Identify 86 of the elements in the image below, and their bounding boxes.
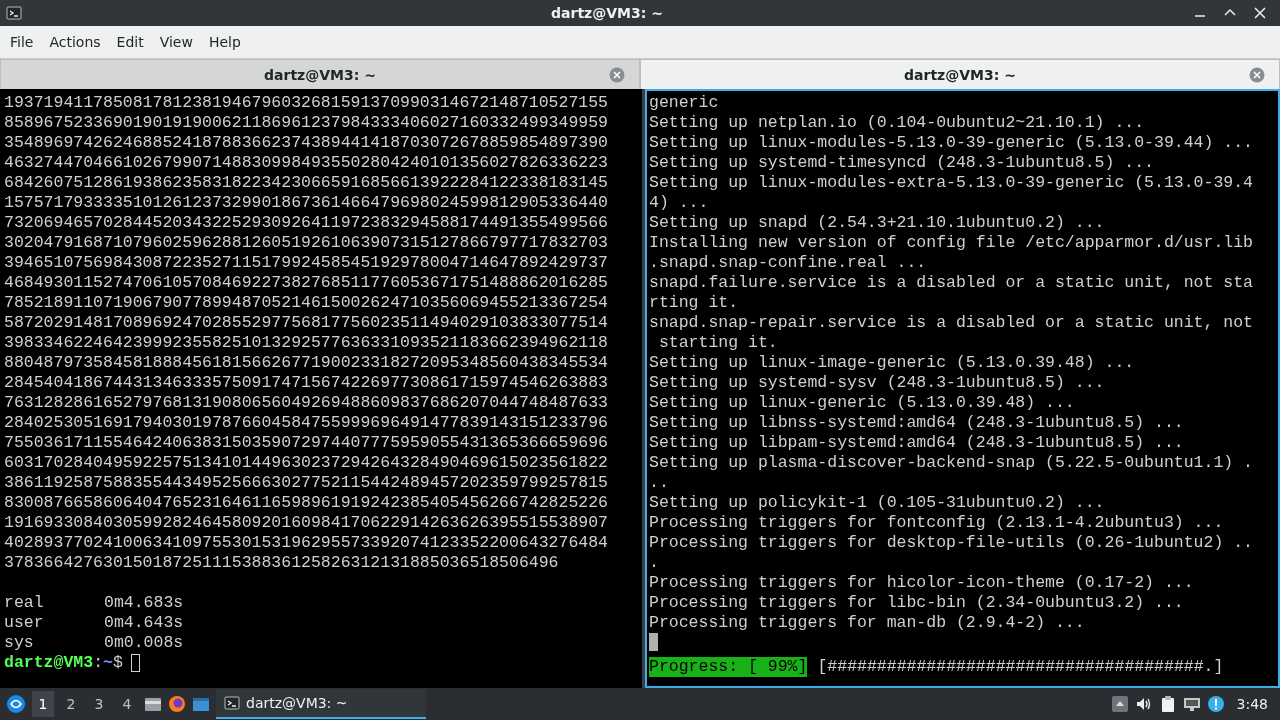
terminal-line: Setting up policykit-1 (0.105-31ubuntu0.2) ... [649, 493, 1105, 513]
terminal-line: .. [649, 473, 669, 493]
terminal-icon [224, 695, 240, 711]
terminal-line: Setting up linux-modules-5.13.0-39-generic (5.13.0-39.44) ... [649, 133, 1253, 153]
terminal-line: 3983346224642399923558251013292577636331093521183662394962118 [4, 333, 608, 353]
terminal-line: 7550361711554642406383150359072974407775959055431365366659696 [4, 433, 608, 453]
terminal-line: Processing triggers for hicolor-icon-theme (0.17-2) ... [649, 573, 1194, 593]
terminal-line: 3020479168710796025962881260519261063907315127866797717832703 [4, 233, 608, 253]
terminal-line: Setting up systemd-sysv (248.3-1ubuntu8.5) ... [649, 373, 1105, 393]
terminal-line: 7631282861652797681319080656049269488609837686207044748487633 [4, 393, 608, 413]
timing-label: real [4, 593, 45, 613]
terminal-line: 1937194117850817812381946796032681591370990314672148710527155 [4, 93, 608, 113]
terminal-line: Setting up linux-generic (5.13.0.39.48) ... [649, 393, 1075, 413]
window-title: dartz@VM3: ~ [550, 5, 664, 21]
menu-item[interactable]: View [151, 30, 201, 54]
browser-icon[interactable] [168, 695, 186, 713]
terminal-line: 7852189110719067907789948705214615002624710356069455213367254 [4, 293, 608, 313]
terminal-line: 3548969742624688524187883662374389441418703072678859854897390 [4, 133, 608, 153]
terminal-line: Processing triggers for libc-bin (2.34-0ubuntu3.2) ... [649, 593, 1184, 613]
terminal-line: . [649, 553, 659, 573]
window-icon[interactable] [192, 695, 210, 713]
start-menu-icon[interactable] [6, 694, 26, 714]
menu-item[interactable]: File [2, 30, 42, 54]
terminal-line: 8589675233690190191900621186961237984333406027160332499349959 [4, 113, 608, 133]
menu-item[interactable]: Help [200, 30, 249, 54]
tray-expand-icon[interactable] [1110, 695, 1129, 713]
network-icon[interactable] [1182, 695, 1201, 713]
terminal-tab[interactable]: dartz@VM3: ~ [0, 59, 640, 89]
workspace-button[interactable]: 2 [60, 691, 82, 717]
clock[interactable]: 3:48 [1230, 696, 1274, 712]
timing-value: 0m4.643s [104, 613, 184, 633]
terminal-line: Setting up libnss-systemd:amd64 (248.3-1ubuntu8.5) ... [649, 413, 1184, 433]
terminal-line: 6842607512861938623583182234230665916856613922284122338183145 [4, 173, 608, 193]
workspace-button[interactable]: 1 [32, 691, 54, 717]
terminal-line: rting it. [649, 293, 739, 313]
close-icon[interactable] [1252, 5, 1268, 21]
menu-item[interactable]: Actions [41, 30, 109, 54]
terminal-tab[interactable]: dartz@VM3: ~ [640, 59, 1280, 89]
terminal-line: 6031702840495922575134101449630237294264328490469615023561822 [4, 453, 608, 473]
workspace-button[interactable]: 4 [116, 691, 138, 717]
terminal-line: 3861192587588355443495256663027752115442489457202359799257815 [4, 473, 608, 493]
terminal-line: Setting up linux-image-generic (5.13.0.39.48) ... [649, 353, 1135, 373]
terminal-line: 1575717933335101261237329901867361466479698024599812905336440 [4, 193, 608, 213]
terminal-icon [6, 5, 22, 21]
terminal-pane[interactable] [0, 89, 642, 688]
terminal-line: 3946510756984308722352711517992458545192978004714647892429737 [4, 253, 608, 273]
terminal-line: 4684930115274706105708469227382768511776053671751488862016285 [4, 273, 608, 293]
terminal-line: 2840253051691794030197876604584755999696491477839143151233796 [4, 413, 608, 433]
terminal-line: Setting up systemd-timesyncd (248.3-1ubuntu8.5) ... [649, 153, 1154, 173]
terminal-line: 7320694657028445203432252930926411972383294588174491355499566 [4, 213, 608, 233]
shell-prompt: dartz@VM3:~$ [4, 653, 123, 673]
timing-value: 0m4.683s [104, 593, 184, 613]
terminal-line: Processing triggers for fontconfig (2.13.1-4.2ubuntu3) ... [649, 513, 1224, 533]
workspace-button[interactable]: 3 [88, 691, 110, 717]
timing-label: sys [4, 633, 35, 653]
terminal-line: Setting up netplan.io (0.104-0ubuntu2~21.10.1) ... [649, 113, 1145, 133]
terminal-pane[interactable] [645, 89, 1280, 688]
taskbar-task[interactable]: dartz@VM3: ~ [216, 689, 426, 719]
terminal-line: 4) ... [649, 193, 709, 213]
terminal-line: Setting up plasma-discover-backend-snap (5.22.5-0ubuntu1.1) . [649, 453, 1253, 473]
terminal-line: snapd.snap-repair.service is a disabled or a static unit, not [649, 313, 1253, 333]
terminal-line: 8804879735845818884561815662677190023318272095348560438345534 [4, 353, 608, 373]
timing-label: user [4, 613, 45, 633]
progress-label: Progress: [ 99%] [649, 657, 808, 677]
terminal-line: Setting up snapd (2.54.3+21.10.1ubuntu0.2) ... [649, 213, 1105, 233]
progress-bar-text: [######################################.] [817, 657, 1224, 677]
menu-item[interactable]: Edit [108, 30, 152, 54]
notification-icon[interactable] [1206, 695, 1225, 713]
timing-value: 0m0.008s [104, 633, 184, 653]
terminal-line: generic [649, 93, 719, 113]
terminal-line: Setting up linux-modules-extra-5.13.0-39-generic (5.13.0-39.4 [649, 173, 1253, 193]
terminal-line: snapd.failure.service is a disabled or a static unit, not sta [649, 273, 1253, 293]
terminal-line: .snapd.snap-confine.real ... [649, 253, 927, 273]
terminal-line: Processing triggers for man-db (2.9.4-2) ... [649, 613, 1085, 633]
terminal-line: Installing new version of config file /etc/apparmor.d/usr.lib [649, 233, 1253, 253]
terminal-line: Processing triggers for desktop-file-utils (0.26-1ubuntu2) .. [649, 533, 1253, 553]
terminal-line: 8300876658606404765231646116598961919242385405456266742825226 [4, 493, 608, 513]
terminal-line: 4632744704661026799071488309984935502804240101356027826336223 [4, 153, 608, 173]
terminal-line: 37836642763015018725111538836125826312131885036518506496 [4, 553, 559, 573]
terminal-line: 5872029148170896924702855297756817756023511494029103833077514 [4, 313, 608, 333]
terminal-line: starting it. [657, 333, 778, 353]
terminal-line: 4028937702410063410975530153196295573392074123352200643276484 [4, 533, 608, 553]
terminal-line: Setting up libpam-systemd:amd64 (248.3-1ubuntu8.5) ... [649, 433, 1184, 453]
folder-icon[interactable] [144, 695, 162, 713]
terminal-line: 1916933084030599282464580920160984170622914263626395515538907 [4, 513, 608, 533]
terminal-line: 2845404186744313463335750917471567422697730861715974546263883 [4, 373, 608, 393]
